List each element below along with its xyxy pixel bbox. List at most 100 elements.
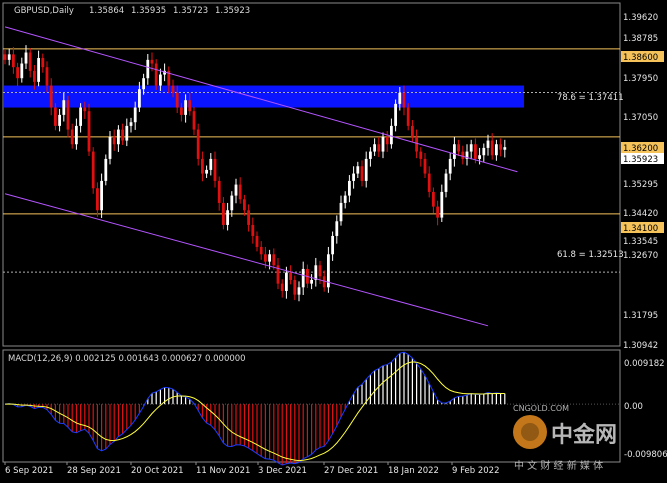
candle-body [154, 63, 158, 86]
candle-body [184, 100, 187, 115]
candle-body [461, 151, 465, 159]
candle-body [310, 279, 313, 284]
candle-body [16, 67, 19, 79]
candle-body [373, 144, 376, 152]
main-panel-frame [2, 2, 621, 347]
candle-body [285, 272, 288, 291]
candle-body [499, 144, 502, 150]
resistance-zone [4, 85, 524, 108]
candle-body [486, 140, 490, 148]
candle-body [24, 52, 28, 64]
candle-body [289, 272, 292, 280]
candle-body [369, 151, 372, 159]
candle-body [37, 58, 40, 82]
candle-body [255, 235, 259, 247]
candle-body [314, 265, 318, 280]
candle-body [478, 155, 481, 159]
candle-body [49, 85, 53, 108]
candle-body [33, 70, 36, 82]
candle-body [133, 107, 137, 123]
candle-body [108, 136, 112, 159]
candle-body [406, 107, 410, 126]
candle-body [201, 158, 204, 174]
candle-body [62, 100, 66, 115]
candle-body [469, 144, 473, 152]
candle-body [453, 144, 456, 159]
candle-body [272, 254, 276, 266]
candle-body [196, 129, 200, 159]
candle-body [146, 59, 150, 79]
candle-body [150, 59, 154, 64]
candle-body [234, 184, 238, 196]
candle-body [100, 180, 103, 211]
candle-body [331, 235, 334, 255]
candle-body [3, 54, 7, 60]
candle-body [419, 151, 423, 159]
candle-body [335, 221, 339, 236]
candle-body [482, 147, 486, 156]
candle-body [209, 158, 213, 170]
candle-body [381, 136, 385, 152]
candle-body [364, 158, 368, 181]
candle-body [66, 100, 70, 130]
candle-body [75, 125, 78, 145]
candle-body [83, 107, 87, 112]
candle-body [398, 92, 402, 104]
candle-body [440, 191, 444, 218]
candle-body [222, 202, 225, 225]
candle-body [297, 287, 301, 295]
candle-body [243, 199, 246, 211]
chart: GBPUSD,Daily 1.35864 1.35935 1.35723 1.3… [0, 0, 667, 483]
candle-body [251, 224, 255, 236]
macd-line [4, 351, 505, 466]
candle-body [343, 195, 347, 203]
candle-body [238, 184, 242, 200]
candle-body [436, 206, 439, 218]
candle-body [264, 254, 267, 262]
candle-body [12, 54, 15, 68]
candle-body [352, 173, 355, 181]
candle-body [495, 144, 498, 156]
candle-body [28, 52, 32, 71]
candle-body [356, 166, 360, 174]
candle-body [394, 103, 397, 126]
candle-body [339, 202, 343, 222]
candle-body [423, 158, 427, 174]
candle-body [41, 58, 45, 68]
candle-body [360, 166, 364, 181]
candle-body [142, 78, 145, 90]
candle-body [129, 122, 133, 126]
candle-body [448, 158, 452, 174]
candle-body [58, 114, 61, 126]
candle-body [226, 210, 229, 225]
chart-canvas [2, 2, 621, 466]
candle-body [318, 265, 322, 277]
candle-body [159, 74, 162, 86]
candle-body [457, 144, 460, 152]
candle-body [104, 158, 108, 181]
candle-body [175, 92, 179, 108]
candle-body [427, 173, 431, 192]
candle-body [301, 268, 305, 288]
candle-body [402, 92, 406, 108]
candle-body [112, 136, 116, 145]
candle-body [280, 283, 284, 291]
candle-body [180, 107, 183, 115]
candle-body [415, 136, 418, 152]
candle-body [54, 107, 57, 126]
candle-body [293, 279, 297, 295]
signal-line [4, 361, 505, 462]
candle-body [390, 125, 393, 145]
candle-body [432, 191, 435, 207]
candle-body [268, 254, 271, 262]
candle-body [45, 67, 49, 86]
candle-body [91, 151, 95, 189]
candle-body [121, 129, 124, 141]
candle-body [79, 107, 82, 126]
candle-body [247, 210, 250, 225]
candle-body [192, 111, 196, 130]
candle-body [444, 173, 448, 192]
candle-body [117, 129, 120, 145]
candle-body [377, 144, 381, 152]
candle-body [385, 136, 389, 145]
